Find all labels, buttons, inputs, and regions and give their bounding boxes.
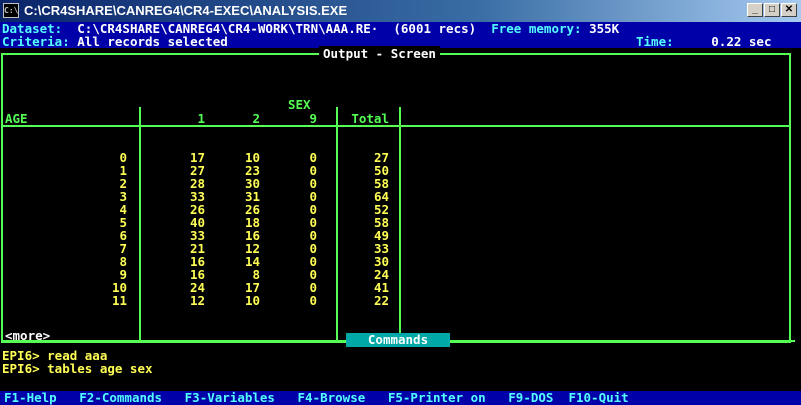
sex2-column: 10 23 30 31 26 18 16 12 14 8 17 10	[228, 151, 260, 307]
criteria-value: All records selected	[77, 34, 228, 49]
time-line: Time: 0.22 sec	[636, 35, 772, 48]
fkey-variables[interactable]: F3-Variables	[185, 390, 275, 405]
table-cell: 11	[111, 293, 127, 308]
close-icon[interactable]: ✕	[781, 3, 797, 17]
time-value: 0.22 sec	[711, 34, 772, 49]
col-header-1: 1	[197, 111, 205, 126]
console-area[interactable]: Dataset: C:\CR4SHARE\CANREG4\CR4-WORK\TR…	[0, 22, 801, 405]
fkey-dos[interactable]: F9-DOS	[508, 390, 553, 405]
col-divider-right	[399, 107, 401, 341]
commands-rule-right	[450, 340, 795, 342]
memory-label: Free memory:	[491, 22, 582, 36]
sex1-column: 17 27 28 33 26 40 33 21 16 16 24 12	[173, 151, 205, 307]
table-cell: 0	[309, 293, 317, 308]
sex9-column: 000000000000	[285, 151, 317, 307]
dataset-separator: ·	[370, 22, 379, 36]
header-divider	[3, 125, 789, 127]
col-header-9: 9	[309, 111, 317, 126]
col-divider-left	[139, 107, 141, 341]
col-header-total: Total	[351, 111, 389, 126]
fkey-commands[interactable]: F2-Commands	[79, 390, 162, 405]
total-column: 27 50 58 64 52 58 49 33 30 24 41 22	[341, 151, 389, 307]
output-panel: Output - Screen SEX AGE 1 2 9 Total 0123…	[1, 46, 791, 343]
table-cell: 22	[373, 293, 389, 308]
criteria-line: Criteria: All records selected	[2, 35, 228, 48]
fkey-printer[interactable]: F5-Printer on	[388, 390, 486, 405]
function-key-bar: F1-Help F2-Commands F3-Variables F4-Brow…	[0, 391, 801, 405]
age-column: 0 1 2 3 4 5 6 7 8 9 10 11	[87, 151, 127, 307]
output-title: Output - Screen	[319, 46, 440, 61]
col-var-label: SEX	[288, 97, 311, 112]
fkey-browse[interactable]: F4-Browse	[298, 390, 366, 405]
commands-title: Commands	[346, 333, 450, 347]
commands-rule-left	[1, 340, 346, 342]
table-cell: 12	[189, 293, 205, 308]
col-header-2: 2	[252, 111, 260, 126]
memory-value: 355K	[589, 22, 620, 36]
window-title: C:\CR4SHARE\CANREG4\CR4-EXEC\ANALYSIS.EX…	[24, 3, 348, 18]
dos-prompt-icon: C:\	[3, 3, 19, 18]
command-line-2: EPI6> tables age sex	[2, 361, 153, 376]
col-divider-total	[336, 107, 338, 341]
time-label: Time:	[636, 34, 674, 49]
record-count: (6001 recs)	[393, 22, 477, 36]
row-var-label: AGE	[5, 111, 28, 126]
minimize-icon[interactable]: _	[747, 3, 763, 17]
fkey-help[interactable]: F1-Help	[4, 390, 57, 405]
fkey-quit[interactable]: F10-Quit	[568, 390, 628, 405]
maximize-icon[interactable]: □	[764, 3, 780, 17]
criteria-label: Criteria:	[2, 34, 70, 49]
table-cell: 10	[244, 293, 260, 308]
window-titlebar[interactable]: C:\ C:\CR4SHARE\CANREG4\CR4-EXEC\ANALYSI…	[0, 0, 801, 22]
